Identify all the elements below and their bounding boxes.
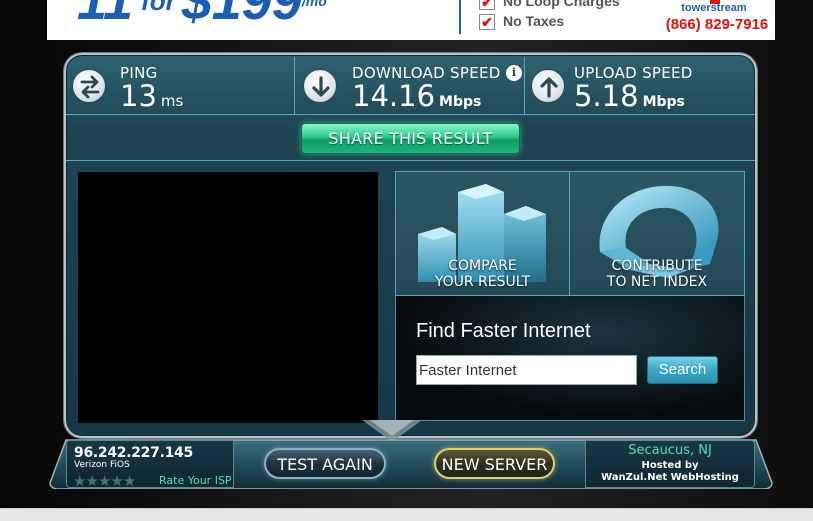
ip-info-panel: 96.242.227.145 Verizon FiOS ★★★★★ Rate Y… [66,440,234,489]
result-image-area [78,172,378,423]
contribute-net-index-tile[interactable]: CONTRIBUTE TO NET INDEX [570,171,745,296]
test-again-button[interactable]: TEST AGAIN [264,448,386,479]
ping-value: 13 ms [120,79,184,113]
star-icon[interactable]: ★ [110,473,123,489]
find-faster-internet-panel: Find Faster Internet Search [395,296,745,421]
checkmark-icon: ✔ [479,14,495,31]
star-icon[interactable]: ★ [73,473,86,489]
download-value: 14.16 Mbps [352,79,482,113]
host-name[interactable]: WanZul.Net WebHosting [586,472,754,483]
info-icon[interactable]: i [506,65,522,81]
compare-label-line2: YOUR RESULT [434,274,531,290]
star-icon[interactable]: ★ [85,473,98,489]
download-arrow-icon [303,69,337,103]
rate-isp-link[interactable]: Rate Your ISP [159,474,232,487]
star-icon[interactable]: ★ [123,473,136,489]
ad-divider [459,0,461,34]
new-server-button[interactable]: NEW SERVER [434,448,555,479]
ad-brand-logo: towerstream [681,2,747,14]
ad-price: 11 for $199/mo [77,0,327,31]
hosted-by-label: Hosted by [641,460,699,471]
results-bar: PING 13 ms DOWNLOAD SPEED i 14.16 Mbps UPL… [66,57,755,115]
compare-result-tile[interactable]: COMPARE YOUR RESULT [395,171,570,296]
find-title: Find Faster Internet [416,320,591,342]
star-icon[interactable]: ★ [98,473,111,489]
ad-check-item: ✔ No Taxes [479,13,679,31]
contribute-label-line2: TO NET INDEX [606,274,708,290]
ad-phone-number[interactable]: (866) 829-7916 [657,16,775,33]
ping-arrows-icon [72,69,106,103]
upload-arrow-icon [531,69,565,103]
server-info-panel: Secaucus, NJ Hosted by WanZul.Net WebHos… [585,440,755,488]
server-location: Secaucus, NJ [628,443,712,458]
isp-rating-stars[interactable]: ★★★★★ [73,471,136,489]
download-result: DOWNLOAD SPEED i 14.16 Mbps [294,57,525,115]
ip-address: 96.242.227.145 [74,445,193,461]
upload-value: 5.18 Mbps [574,79,685,113]
ad-check-item: ✔ No Loop Charges [479,0,679,11]
isp-name: Verizon FiOS [74,460,130,470]
share-row: SHARE THIS RESULT [66,116,755,161]
search-button[interactable]: Search [647,356,718,384]
compare-label-line1: COMPARE [448,258,517,274]
share-result-button[interactable]: SHARE THIS RESULT [301,123,520,154]
contribute-label-line1: CONTRIBUTE [611,258,703,274]
ad-banner[interactable]: 11 for $199/mo ✔ No Loop Charges ✔ No Taxes … [47,0,775,40]
find-search-input[interactable] [416,355,637,385]
upload-result: UPLOAD SPEED 5.18 Mbps [525,57,755,115]
checkmark-icon: ✔ [479,0,495,11]
page-bottom-strip [0,508,813,521]
ping-result: PING 13 ms [66,57,294,115]
